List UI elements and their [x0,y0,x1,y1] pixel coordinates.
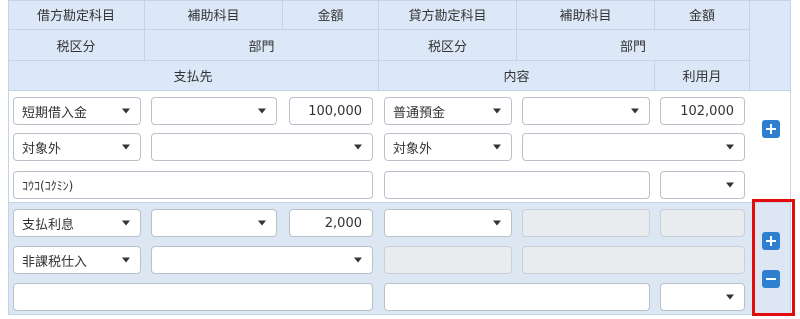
debit-tax-select[interactable]: 対象外 [13,133,141,161]
debit-amount-value: 2,000 [324,215,362,231]
header-debit-account: 借方勘定科目 [8,0,145,30]
debit-account-select[interactable]: 支払利息 [13,209,141,237]
credit-tax-select[interactable]: 対象外 [384,133,512,161]
chevron-down-icon [493,108,501,114]
credit-account-value: 普通預金 [393,105,446,121]
debit-account-value: 支払利息 [22,217,75,233]
chevron-down-icon [493,144,501,150]
credit-tax-value: 対象外 [393,141,433,157]
chevron-down-icon [726,294,734,300]
payee-input[interactable]: ｺｳｺ(ｺｸﾐﾝ) [13,171,373,199]
credit-dept-select[interactable] [522,133,745,161]
header-credit-amount: 金額 [655,0,750,30]
debit-amount-input[interactable]: 2,000 [289,209,373,237]
chevron-down-icon [354,144,362,150]
plus-icon[interactable] [762,120,780,138]
chevron-down-icon [122,220,130,226]
content-input[interactable] [384,171,650,199]
chevron-down-icon [493,220,501,226]
header-debit-tax: 税区分 [8,30,145,61]
debit-tax-value: 対象外 [22,141,62,157]
header-credit-sub: 補助科目 [517,0,655,30]
credit-dept-select [522,246,745,274]
credit-amount-value: 102,000 [680,103,734,119]
month-select[interactable] [660,283,745,311]
chevron-down-icon [631,108,639,114]
debit-account-select[interactable]: 短期借入金 [13,97,141,125]
header-content: 内容 [379,61,655,91]
header-credit-account: 貸方勘定科目 [379,0,517,30]
payee-value: ｺｳｺ(ｺｸﾐﾝ) [22,178,74,193]
debit-sub-select[interactable] [151,97,277,125]
content-input[interactable] [384,283,650,311]
debit-tax-value: 非課税仕入 [22,254,88,270]
credit-account-select[interactable]: 普通預金 [384,97,512,125]
header-payee: 支払先 [8,61,379,91]
debit-amount-input[interactable]: 100,000 [289,97,373,125]
header-month: 利用月 [655,61,750,91]
credit-tax-select [384,246,512,274]
credit-sub-select[interactable] [522,97,650,125]
debit-dept-select[interactable] [151,133,373,161]
header-debit-dept: 部門 [145,30,379,61]
chevron-down-icon [726,182,734,188]
debit-account-value: 短期借入金 [22,105,88,121]
chevron-down-icon [258,108,266,114]
chevron-down-icon [354,257,362,263]
debit-tax-select[interactable]: 非課税仕入 [13,246,141,274]
chevron-down-icon [122,108,130,114]
credit-amount-input [660,209,745,237]
chevron-down-icon [122,144,130,150]
header-credit-tax: 税区分 [379,30,517,61]
header-debit-amount: 金額 [283,0,379,30]
header-debit-sub: 補助科目 [145,0,283,30]
debit-amount-value: 100,000 [308,103,362,119]
chevron-down-icon [122,257,130,263]
debit-dept-select[interactable] [151,246,373,274]
debit-sub-select[interactable] [151,209,277,237]
credit-amount-input[interactable]: 102,000 [660,97,745,125]
chevron-down-icon [258,220,266,226]
month-select[interactable] [660,171,745,199]
credit-sub-select [522,209,650,237]
highlight-box [752,199,795,316]
payee-input[interactable] [13,283,373,311]
chevron-down-icon [726,144,734,150]
header-credit-dept: 部門 [517,30,750,61]
credit-account-select[interactable] [384,209,512,237]
